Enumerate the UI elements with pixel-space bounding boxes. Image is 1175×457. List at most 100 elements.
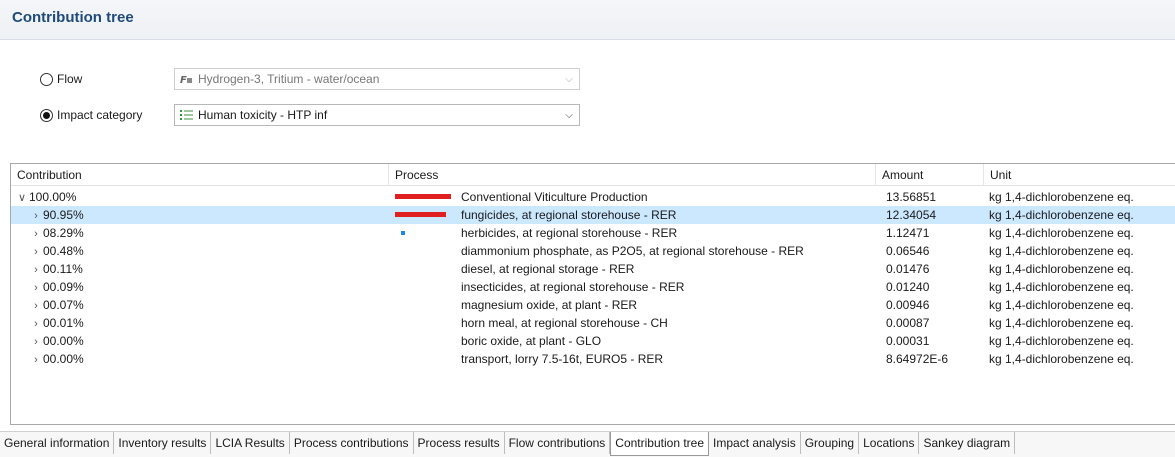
impact-category-combo[interactable]: Human toxicity - HTP inf ⌵: [174, 104, 580, 126]
tree-row[interactable]: › 00.48% diammonium phosphate, as P2O5, at…: [11, 242, 1175, 260]
contribution-value: 00.09%: [43, 280, 84, 294]
tree-row[interactable]: › 00.07% magnesium oxide, at plant - RER 0.…: [11, 296, 1175, 314]
chevron-right-icon[interactable]: ›: [29, 243, 43, 260]
tab-general-information[interactable]: General information: [0, 432, 115, 454]
contribution-cell: › 90.95%: [29, 206, 369, 224]
flow-combo[interactable]: F Hydrogen-3, Tritium - water/ocean ⌵: [174, 68, 580, 90]
amount-cell: 12.34054: [886, 208, 937, 222]
editor-tab-bar: General information Inventory results LCIA…: [0, 431, 1175, 457]
contribution-cell: › 00.48%: [29, 242, 369, 260]
amount-cell: 0.06546: [886, 244, 930, 258]
unit-cell: kg 1,4-dichlorobenzene eq.: [989, 208, 1134, 222]
process-cell: transport, lorry 7.5-16t, EURO5 - RER: [461, 352, 664, 366]
tree-row[interactable]: › 08.29% herbicides, at regional storehous…: [11, 224, 1175, 242]
unit-cell: kg 1,4-dichlorobenzene eq.: [989, 298, 1134, 312]
contribution-cell: › 00.01%: [29, 314, 369, 332]
impact-radio-row[interactable]: Impact category: [40, 104, 142, 126]
tab-flow-contributions[interactable]: Flow contributions: [504, 432, 611, 454]
unit-cell: kg 1,4-dichlorobenzene eq.: [989, 352, 1134, 366]
contribution-cell: › 00.00%: [29, 332, 369, 350]
editor-header: Contribution tree: [0, 0, 1175, 40]
contribution-value: 00.00%: [43, 352, 84, 366]
tab-contribution-tree[interactable]: Contribution tree: [610, 432, 710, 456]
chevron-right-icon[interactable]: ›: [29, 351, 43, 368]
tab-process-contributions[interactable]: Process contributions: [289, 432, 414, 454]
contribution-bar: [395, 194, 451, 199]
amount-cell: 8.64972E-6: [886, 352, 949, 366]
contribution-cell: › 00.09%: [29, 278, 369, 296]
contribution-bar-area: [395, 224, 455, 242]
contribution-bar-area: [395, 314, 455, 332]
tree-row[interactable]: › 00.09% insecticides, at regional storeho…: [11, 278, 1175, 296]
contribution-bar-area: [395, 260, 455, 278]
impact-category-radio[interactable]: [40, 108, 53, 122]
impact-category-value: Human toxicity - HTP inf: [198, 108, 328, 122]
column-header-amount[interactable]: Amount: [876, 164, 984, 186]
flow-radio-row[interactable]: Flow: [40, 68, 82, 90]
column-header-contribution[interactable]: Contribution: [11, 164, 389, 186]
contribution-value: 00.48%: [43, 244, 84, 258]
tree-row[interactable]: › 00.11% diesel, at regional storage - RER…: [11, 260, 1175, 278]
tab-locations[interactable]: Locations: [859, 432, 920, 454]
flow-label: Flow: [57, 72, 83, 86]
chevron-down-icon[interactable]: ∨: [15, 189, 29, 206]
amount-cell: 1.12471: [886, 226, 930, 240]
amount-cell: 0.01476: [886, 262, 930, 276]
tree-row[interactable]: › 00.01% horn meal, at regional storehouse…: [11, 314, 1175, 332]
contribution-bar-area: [395, 332, 455, 350]
amount-cell: 0.00031: [886, 334, 930, 348]
process-cell: insecticides, at regional storehouse - R…: [461, 280, 685, 294]
contribution-value: 100.00%: [29, 190, 77, 204]
tree-row[interactable]: › 00.00% transport, lorry 7.5-16t, EURO5 -…: [11, 350, 1175, 368]
amount-cell: 0.00946: [886, 298, 930, 312]
contribution-value: 00.00%: [43, 334, 84, 348]
contribution-value: 00.01%: [43, 316, 84, 330]
tree-row[interactable]: › 90.95% fungicides, at regional storehous…: [11, 206, 1175, 224]
chevron-down-icon[interactable]: ⌵: [559, 69, 579, 89]
contribution-tree[interactable]: Contribution Process Amount Unit ∨ 100.00…: [10, 163, 1175, 425]
contribution-bar-area: [395, 350, 455, 368]
contribution-bar-area: [395, 242, 455, 260]
page-title: Contribution tree: [12, 9, 134, 26]
contribution-bar: [395, 212, 446, 217]
process-cell: diammonium phosphate, as P2O5, at region…: [461, 244, 804, 258]
chevron-right-icon[interactable]: ›: [29, 297, 43, 314]
tab-impact-analysis[interactable]: Impact analysis: [709, 432, 801, 454]
contribution-value: 00.07%: [43, 298, 84, 312]
chevron-right-icon[interactable]: ›: [29, 315, 43, 332]
unit-cell: kg 1,4-dichlorobenzene eq.: [989, 226, 1134, 240]
chevron-down-icon[interactable]: ⌵: [559, 105, 579, 125]
unit-cell: kg 1,4-dichlorobenzene eq.: [989, 262, 1134, 276]
tree-row[interactable]: › 00.00% boric oxide, at plant - GLO 0.0003…: [11, 332, 1175, 350]
chevron-right-icon[interactable]: ›: [29, 279, 43, 296]
svg-text:F: F: [180, 75, 187, 85]
process-cell: magnesium oxide, at plant - RER: [461, 298, 638, 312]
chevron-right-icon[interactable]: ›: [29, 207, 43, 224]
tab-process-results[interactable]: Process results: [413, 432, 505, 454]
contribution-bar-area: [395, 206, 455, 224]
contribution-bar-area: [395, 188, 455, 206]
column-header-process[interactable]: Process: [389, 164, 876, 186]
tab-grouping[interactable]: Grouping: [800, 432, 860, 454]
amount-cell: 0.00087: [886, 316, 930, 330]
process-cell: diesel, at regional storage - RER: [461, 262, 635, 276]
tab-lcia-results[interactable]: LCIA Results: [211, 432, 290, 454]
chevron-right-icon[interactable]: ›: [29, 333, 43, 350]
flow-radio[interactable]: [40, 72, 53, 86]
unit-cell: kg 1,4-dichlorobenzene eq.: [989, 280, 1134, 294]
column-header-unit[interactable]: Unit: [984, 164, 1175, 186]
tree-header: Contribution Process Amount Unit: [11, 164, 1175, 186]
tab-sankey-diagram[interactable]: Sankey diagram: [919, 432, 1016, 454]
tab-inventory-results[interactable]: Inventory results: [114, 432, 212, 454]
process-cell: Conventional Viticulture Production: [461, 190, 648, 204]
chevron-right-icon[interactable]: ›: [29, 261, 43, 278]
chevron-right-icon[interactable]: ›: [29, 225, 43, 242]
tree-row[interactable]: ∨ 100.00% Conventional Viticulture Product…: [11, 188, 1175, 206]
contribution-value: 00.11%: [43, 262, 83, 276]
contribution-bar: [401, 231, 405, 235]
process-cell: fungicides, at regional storehouse - RER: [461, 208, 677, 222]
contribution-bar-area: [395, 278, 455, 296]
unit-cell: kg 1,4-dichlorobenzene eq.: [989, 190, 1134, 204]
process-cell: boric oxide, at plant - GLO: [461, 334, 602, 348]
flow-icon: F: [180, 72, 194, 86]
